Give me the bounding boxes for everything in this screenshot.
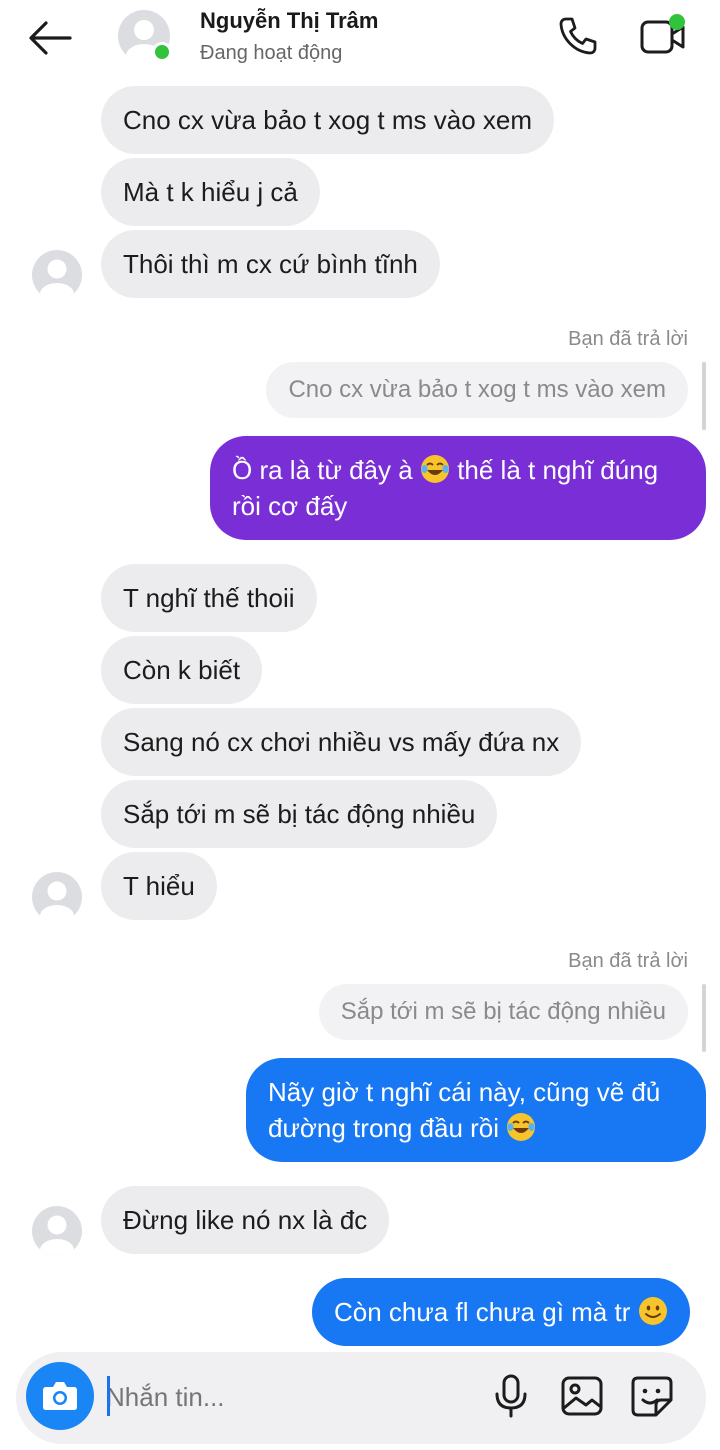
outgoing-message[interactable]: Ồ ra là từ đây à thế là t nghĩ đúng rồi …: [210, 436, 706, 540]
contact-name[interactable]: Nguyễn Thị Trâm: [200, 8, 378, 34]
outgoing-message[interactable]: Còn chưa fl chưa gì mà tr: [312, 1278, 690, 1346]
default-avatar-icon: [40, 1215, 74, 1256]
incoming-message[interactable]: Sang nó cx chơi nhiều vs mấy đứa nx: [101, 708, 582, 776]
outgoing-message[interactable]: Nãy giờ t nghĩ cái này, cũng vẽ đủ đường…: [246, 1058, 706, 1162]
chat-header: Nguyễn Thị Trâm Đang hoạt động: [0, 0, 720, 80]
message-text: Ồ ra là từ đây à: [232, 455, 413, 485]
replied-label: Bạn đã trả lời: [568, 950, 688, 972]
laughing-tears-emoji-icon: [420, 455, 449, 483]
text-caret: [107, 1376, 110, 1416]
sticker-icon[interactable]: [628, 1372, 676, 1420]
laughing-tears-emoji-icon: [507, 1113, 536, 1141]
message-text: Còn chưa fl chưa gì mà tr: [334, 1297, 631, 1327]
incoming-message[interactable]: Cno cx vừa bảo t xog t ms vào xem: [101, 86, 555, 154]
online-indicator: [152, 42, 172, 62]
message-input[interactable]: [106, 1372, 476, 1422]
default-avatar-icon: [40, 881, 74, 922]
incoming-message[interactable]: Thôi thì m cx cứ bình tĩnh: [101, 230, 440, 298]
message-text: Nãy giờ t nghĩ cái này, cũng vẽ đủ đường…: [268, 1077, 661, 1143]
incoming-message[interactable]: T hiểu: [101, 852, 217, 920]
incoming-message[interactable]: Đừng like nó nx là đc: [101, 1186, 390, 1254]
quoted-message[interactable]: Cno cx vừa bảo t xog t ms vào xem: [266, 362, 688, 418]
incoming-message[interactable]: Còn k biết: [101, 636, 263, 704]
replied-label: Bạn đã trả lời: [568, 328, 688, 350]
incoming-message[interactable]: Sắp tới m sẽ bị tác động nhiều: [101, 780, 498, 848]
camera-icon: [43, 1382, 77, 1410]
incoming-message[interactable]: Mà t k hiểu j cả: [101, 158, 320, 226]
reply-bar: [702, 362, 706, 430]
camera-button[interactable]: [26, 1362, 94, 1430]
sender-avatar[interactable]: [32, 872, 82, 922]
video-call-icon[interactable]: [636, 12, 688, 60]
quoted-message[interactable]: Sắp tới m sẽ bị tác động nhiều: [318, 984, 688, 1040]
incoming-message[interactable]: T nghĩ thế thoii: [101, 564, 317, 632]
sender-avatar[interactable]: [32, 1206, 82, 1256]
smiling-emoji-icon: [638, 1297, 667, 1325]
phone-call-icon[interactable]: [556, 14, 600, 58]
sender-avatar[interactable]: [32, 250, 82, 300]
image-gallery-icon[interactable]: [558, 1372, 606, 1420]
contact-status: Đang hoạt động: [200, 42, 343, 64]
back-arrow-icon[interactable]: [26, 18, 74, 58]
reply-bar: [702, 984, 706, 1052]
default-avatar-icon: [40, 259, 74, 300]
microphone-icon[interactable]: [488, 1372, 534, 1420]
